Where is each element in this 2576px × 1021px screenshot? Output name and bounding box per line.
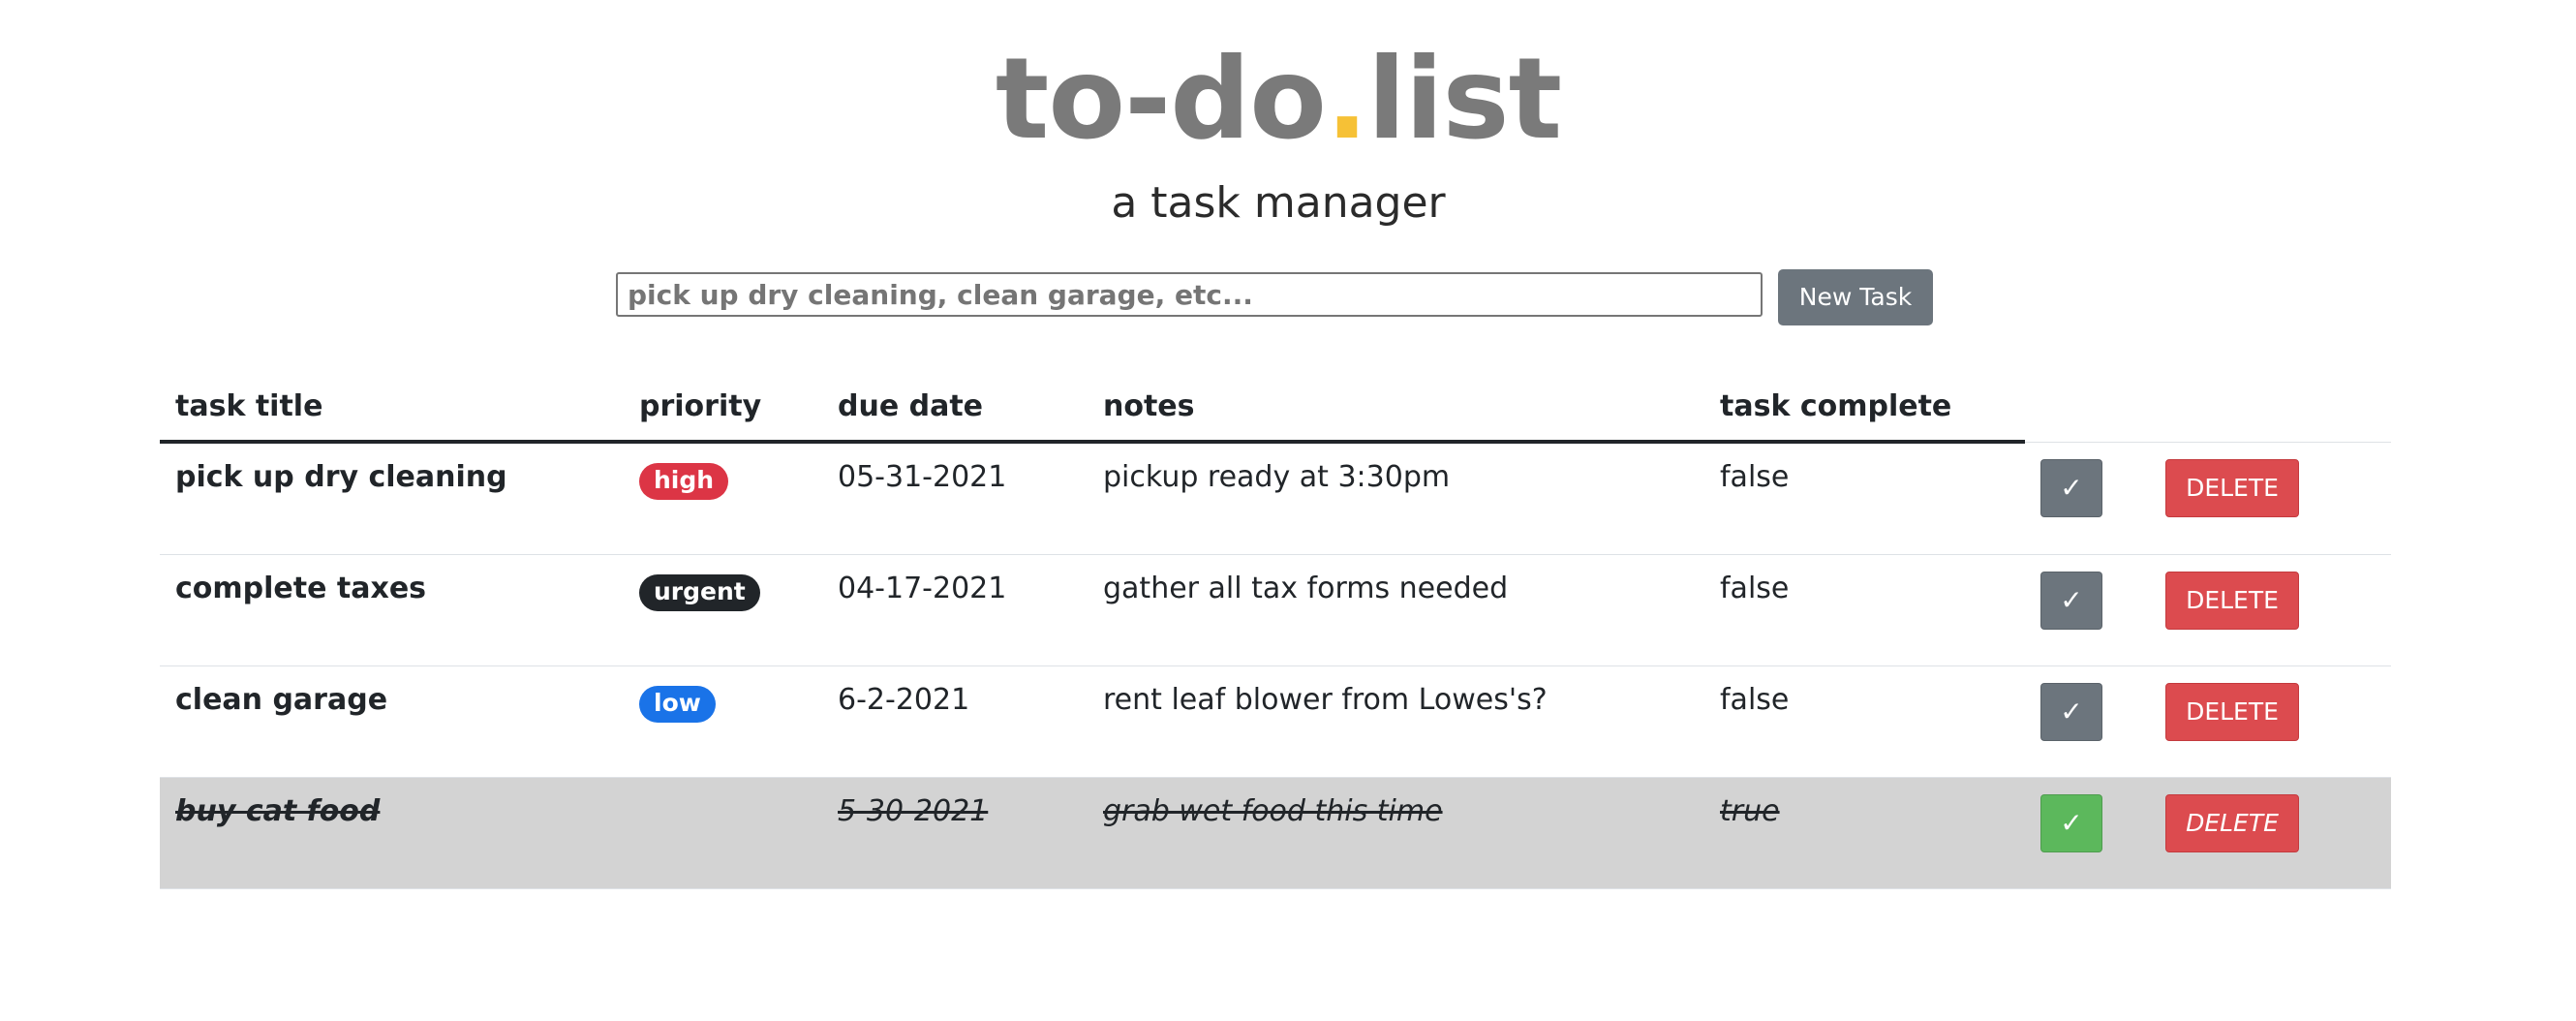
column-header-delete-action (2150, 372, 2391, 443)
header-row: task title priority due date notes task … (160, 372, 2391, 444)
complete-task-button[interactable]: ✓ (2040, 572, 2102, 630)
column-header-complete-action (2025, 372, 2150, 443)
new-task-input[interactable] (616, 272, 1763, 317)
task-title: buy cat food (175, 794, 381, 828)
delete-task-button[interactable]: DELETE (2165, 683, 2299, 741)
new-task-button[interactable]: New Task (1778, 269, 1933, 325)
task-title: pick up dry cleaning (160, 442, 624, 555)
task-notes: pickup ready at 3:30pm (1088, 442, 1704, 555)
delete-task-button[interactable]: DELETE (2165, 458, 2299, 517)
table-row: complete taxes urgent 04-17-2021 gather … (160, 554, 2391, 666)
due-date: 05-31-2021 (822, 442, 1088, 555)
priority-cell (624, 777, 822, 889)
task-complete-status-cell: true (1704, 777, 2025, 889)
task-complete-status: false (1704, 665, 2025, 778)
column-header-due-date: due date (822, 372, 1088, 444)
priority-cell: high (624, 442, 822, 555)
task-table-body: pick up dry cleaning high 05-31-2021 pic… (160, 442, 2391, 889)
column-header-notes: notes (1088, 372, 1704, 444)
column-header-priority: priority (624, 372, 822, 444)
delete-action-cell: DELETE (2150, 665, 2391, 778)
priority-cell: urgent (624, 554, 822, 666)
task-table: task title priority due date notes task … (160, 372, 2391, 889)
complete-action-cell: ✓ (2025, 554, 2150, 666)
priority-badge: low (639, 686, 716, 723)
complete-action-cell: ✓ (2025, 777, 2150, 889)
task-notes: grab wet food this time (1103, 794, 1443, 828)
table-row: clean garage low 6-2-2021 rent leaf blow… (160, 665, 2391, 778)
priority-badge: high (639, 463, 729, 500)
task-title: complete taxes (160, 554, 624, 666)
task-complete-status: true (1720, 794, 1780, 828)
brand-dot: . (1325, 34, 1368, 165)
column-header-task-title: task title (160, 372, 624, 444)
complete-action-cell: ✓ (2025, 665, 2150, 778)
due-date: 5-30-2021 (838, 794, 989, 828)
table-row-completed: buy cat food 5-30-2021 grab wet food thi… (160, 777, 2391, 889)
task-table-header: task title priority due date notes task … (160, 372, 2391, 444)
column-header-task-complete: task complete (1704, 372, 2025, 444)
complete-task-button[interactable]: ✓ (2040, 458, 2102, 517)
task-complete-status: false (1704, 554, 2025, 666)
task-title: clean garage (160, 665, 624, 778)
app-subtitle: a task manager (1111, 178, 1446, 228)
task-notes-cell: grab wet food this time (1088, 777, 1704, 889)
delete-task-button[interactable]: DELETE (2165, 794, 2299, 852)
priority-badge: urgent (639, 574, 760, 611)
delete-task-button[interactable]: DELETE (2165, 572, 2299, 630)
task-notes: gather all tax forms needed (1088, 554, 1704, 666)
due-date: 04-17-2021 (822, 554, 1088, 666)
due-date-cell: 5-30-2021 (822, 777, 1088, 889)
delete-action-cell: DELETE (2150, 554, 2391, 666)
todo-app: to-do.list a task manager New Task task … (0, 0, 2576, 1021)
delete-action-cell: DELETE (2150, 442, 2391, 555)
task-notes: rent leaf blower from Lowes's? (1088, 665, 1704, 778)
complete-action-cell: ✓ (2025, 442, 2150, 555)
complete-task-button[interactable]: ✓ (2040, 683, 2102, 741)
app-logo-title: to-do.list (0, 27, 2557, 172)
complete-task-button[interactable]: ✓ (2040, 794, 2102, 852)
table-row: pick up dry cleaning high 05-31-2021 pic… (160, 442, 2391, 555)
brand-part-2: list (1367, 34, 1562, 165)
delete-action-cell: DELETE (2150, 777, 2391, 889)
due-date: 6-2-2021 (822, 665, 1088, 778)
task-complete-status: false (1704, 442, 2025, 555)
task-title-cell: buy cat food (160, 777, 624, 889)
brand-part-1: to-do (995, 34, 1327, 165)
priority-cell: low (624, 665, 822, 778)
